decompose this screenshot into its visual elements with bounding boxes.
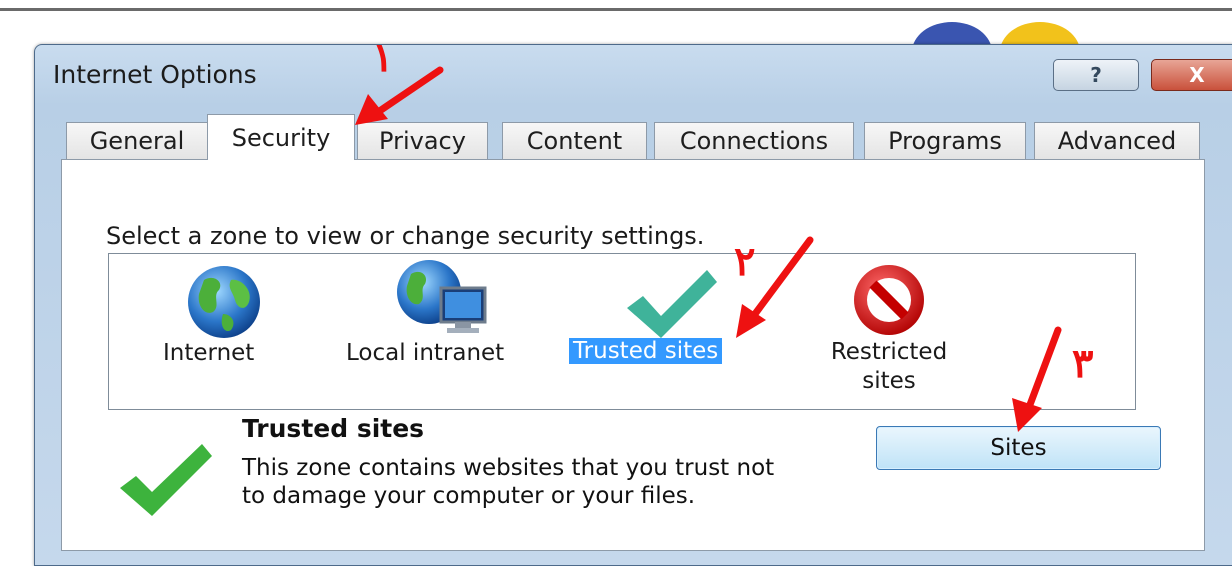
help-button[interactable]: ? [1053, 59, 1139, 91]
close-icon: X [1189, 63, 1205, 87]
zone-label: Local intranet [346, 340, 505, 366]
checkmark-icon [627, 270, 717, 338]
annotation-step3: ٣ [1072, 340, 1094, 387]
zone-list: Internet Local intranet Trusted sites Re… [108, 253, 1136, 410]
question-mark-icon: ? [1090, 63, 1102, 87]
zone-detail-description: This zone contains websites that you tru… [242, 455, 775, 509]
globe-icon [188, 266, 260, 338]
annotation-step1: ١ [372, 34, 394, 81]
zone-internet[interactable]: Internet [159, 254, 289, 404]
close-button[interactable]: X [1151, 59, 1232, 91]
annotation-step2: ٢ [734, 238, 756, 285]
window-title: Internet Options [53, 60, 257, 89]
zone-restricted-sites[interactable]: Restricted sites [809, 254, 969, 404]
green-checkmark-icon [120, 444, 212, 516]
tab-connections[interactable]: Connections [654, 122, 854, 159]
zone-label: Internet [163, 340, 255, 366]
zone-local-intranet[interactable]: Local intranet [341, 254, 541, 404]
top-border [0, 8, 1232, 11]
no-entry-icon [854, 265, 924, 335]
zone-label-selected: Trusted sites [569, 338, 723, 364]
tab-general[interactable]: General [66, 122, 208, 159]
tab-security[interactable]: Security [207, 114, 355, 160]
tab-content[interactable]: Content [502, 122, 647, 159]
tab-privacy[interactable]: Privacy [357, 122, 488, 159]
security-tab-panel: Select a zone to view or change security… [61, 159, 1205, 551]
zone-instruction: Select a zone to view or change security… [106, 222, 705, 250]
tab-programs[interactable]: Programs [864, 122, 1026, 159]
globe-computer-icon [397, 260, 487, 333]
sites-button[interactable]: Sites [876, 426, 1161, 470]
zone-detail-title: Trusted sites [242, 414, 425, 443]
zone-label: Restricted sites [830, 339, 948, 394]
tab-advanced[interactable]: Advanced [1034, 122, 1200, 159]
